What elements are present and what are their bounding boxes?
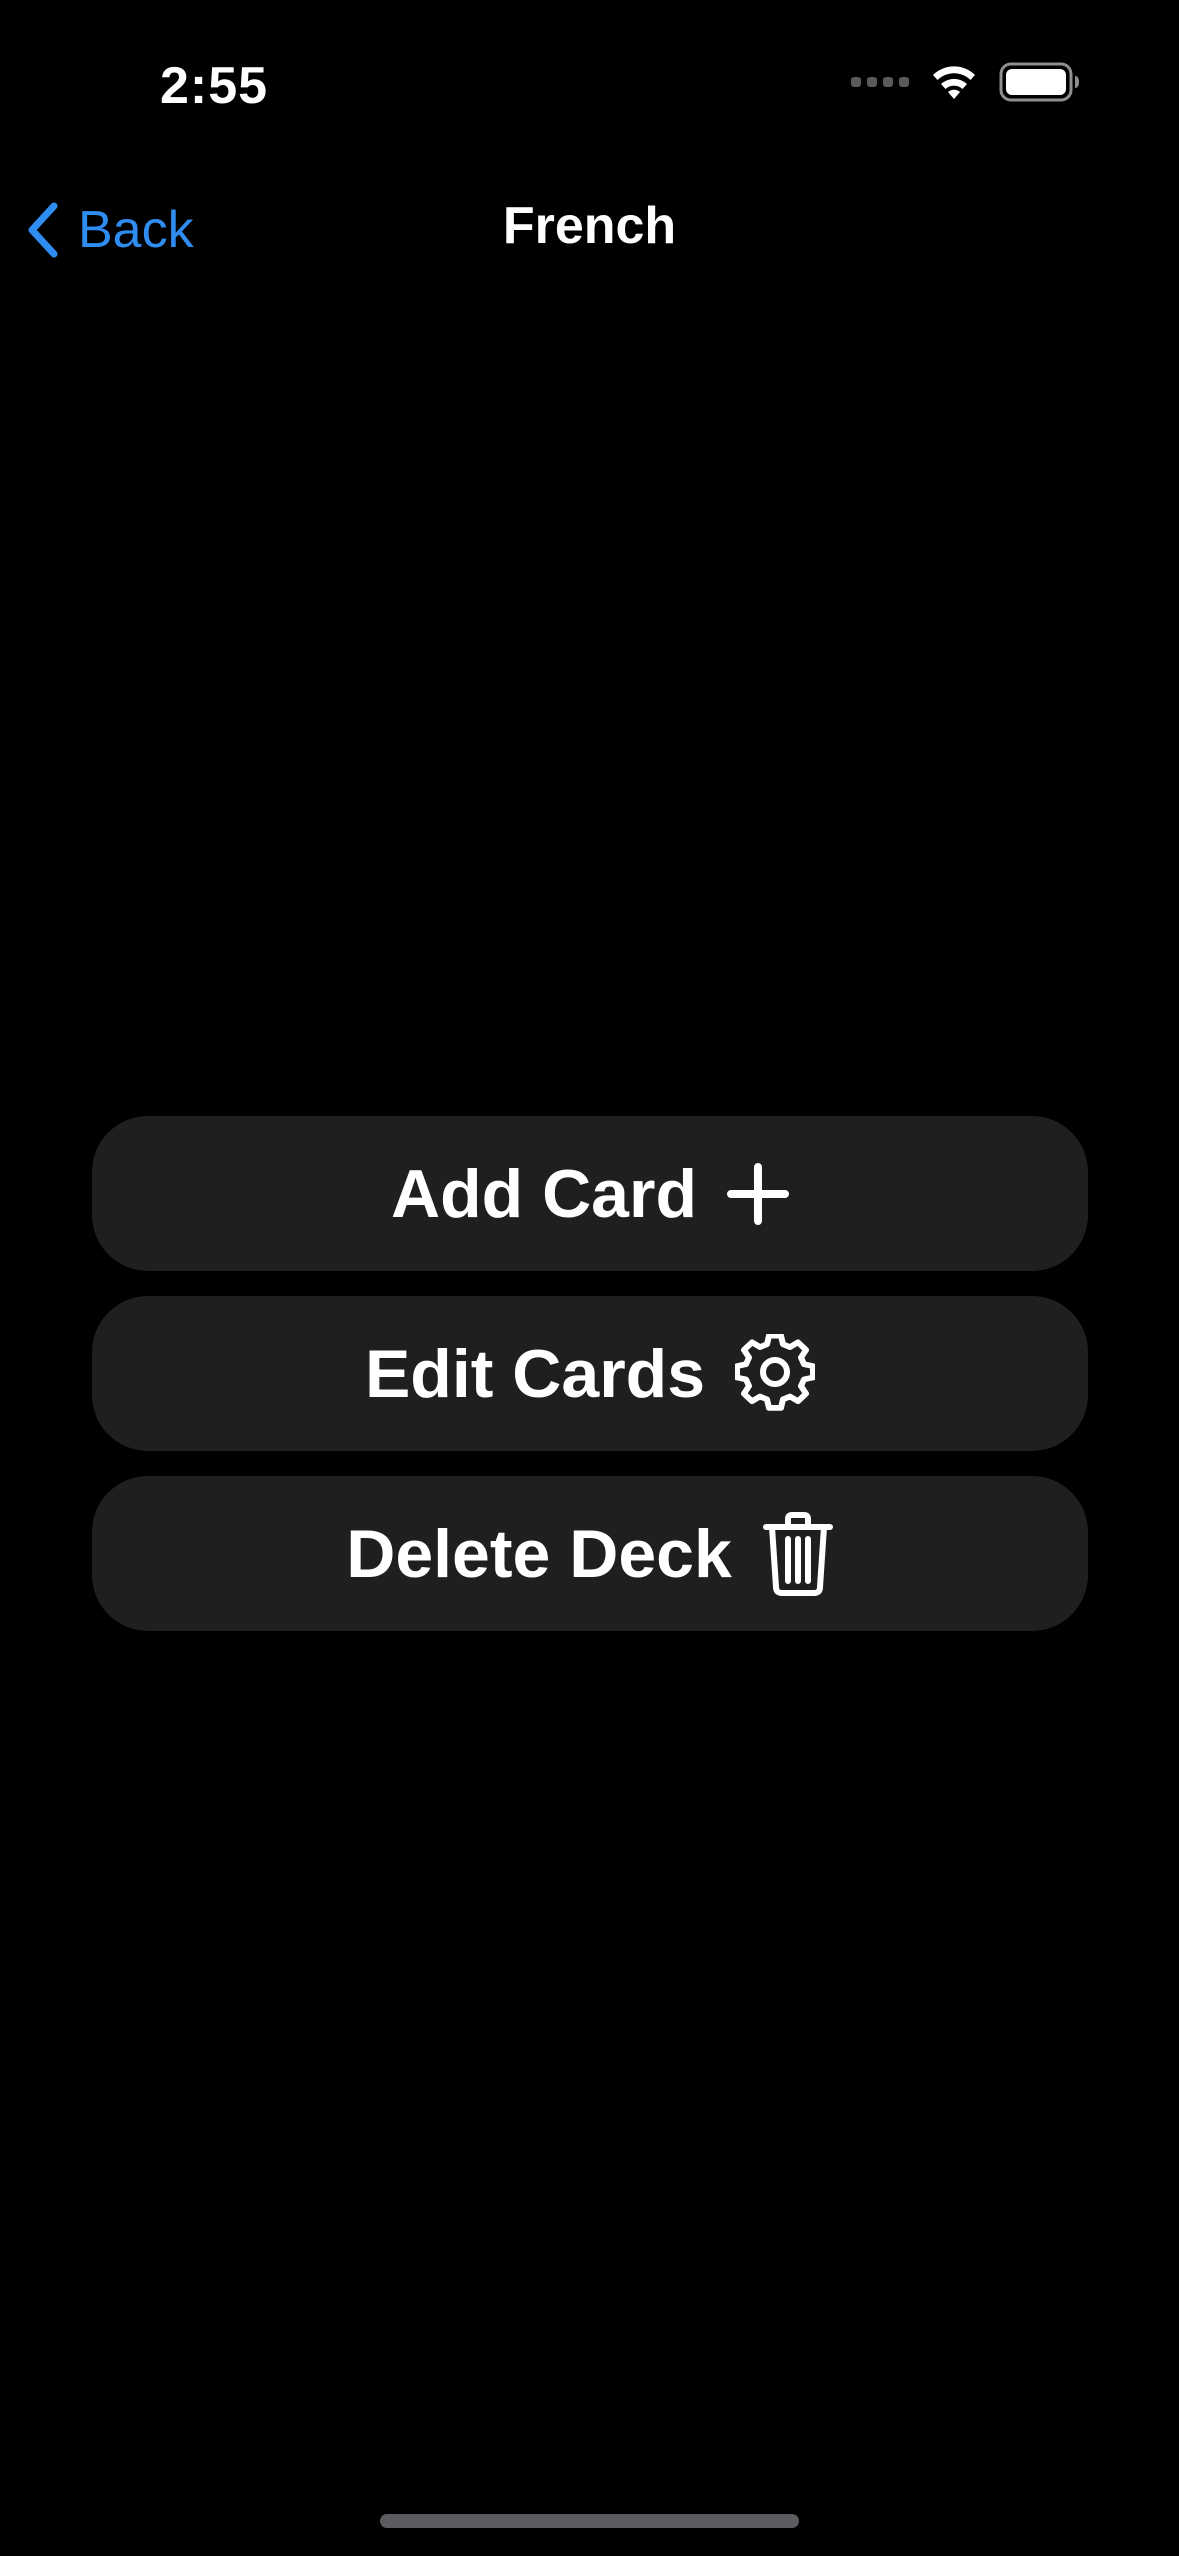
home-indicator[interactable]: [380, 2514, 799, 2528]
navigation-bar: French Back: [0, 170, 1179, 290]
delete-deck-label: Delete Deck: [346, 1515, 732, 1592]
add-card-button[interactable]: Add Card: [92, 1116, 1088, 1271]
plus-icon: [727, 1162, 789, 1225]
chevron-left-icon: [28, 202, 58, 258]
delete-deck-button[interactable]: Delete Deck: [92, 1476, 1088, 1631]
trash-icon: [762, 1511, 833, 1596]
status-time: 2:55: [160, 57, 269, 115]
cellular-signal-icon: [851, 77, 909, 87]
status-icons: [851, 62, 1081, 102]
add-card-label: Add Card: [391, 1155, 697, 1232]
back-label: Back: [78, 201, 194, 259]
edit-cards-button[interactable]: Edit Cards: [92, 1296, 1088, 1451]
battery-icon: [999, 62, 1079, 102]
edit-cards-label: Edit Cards: [364, 1335, 706, 1412]
back-button[interactable]: Back: [24, 194, 194, 266]
gear-icon: [735, 1333, 816, 1411]
status-bar: 2:55: [0, 0, 1179, 170]
wifi-icon: [933, 66, 975, 99]
